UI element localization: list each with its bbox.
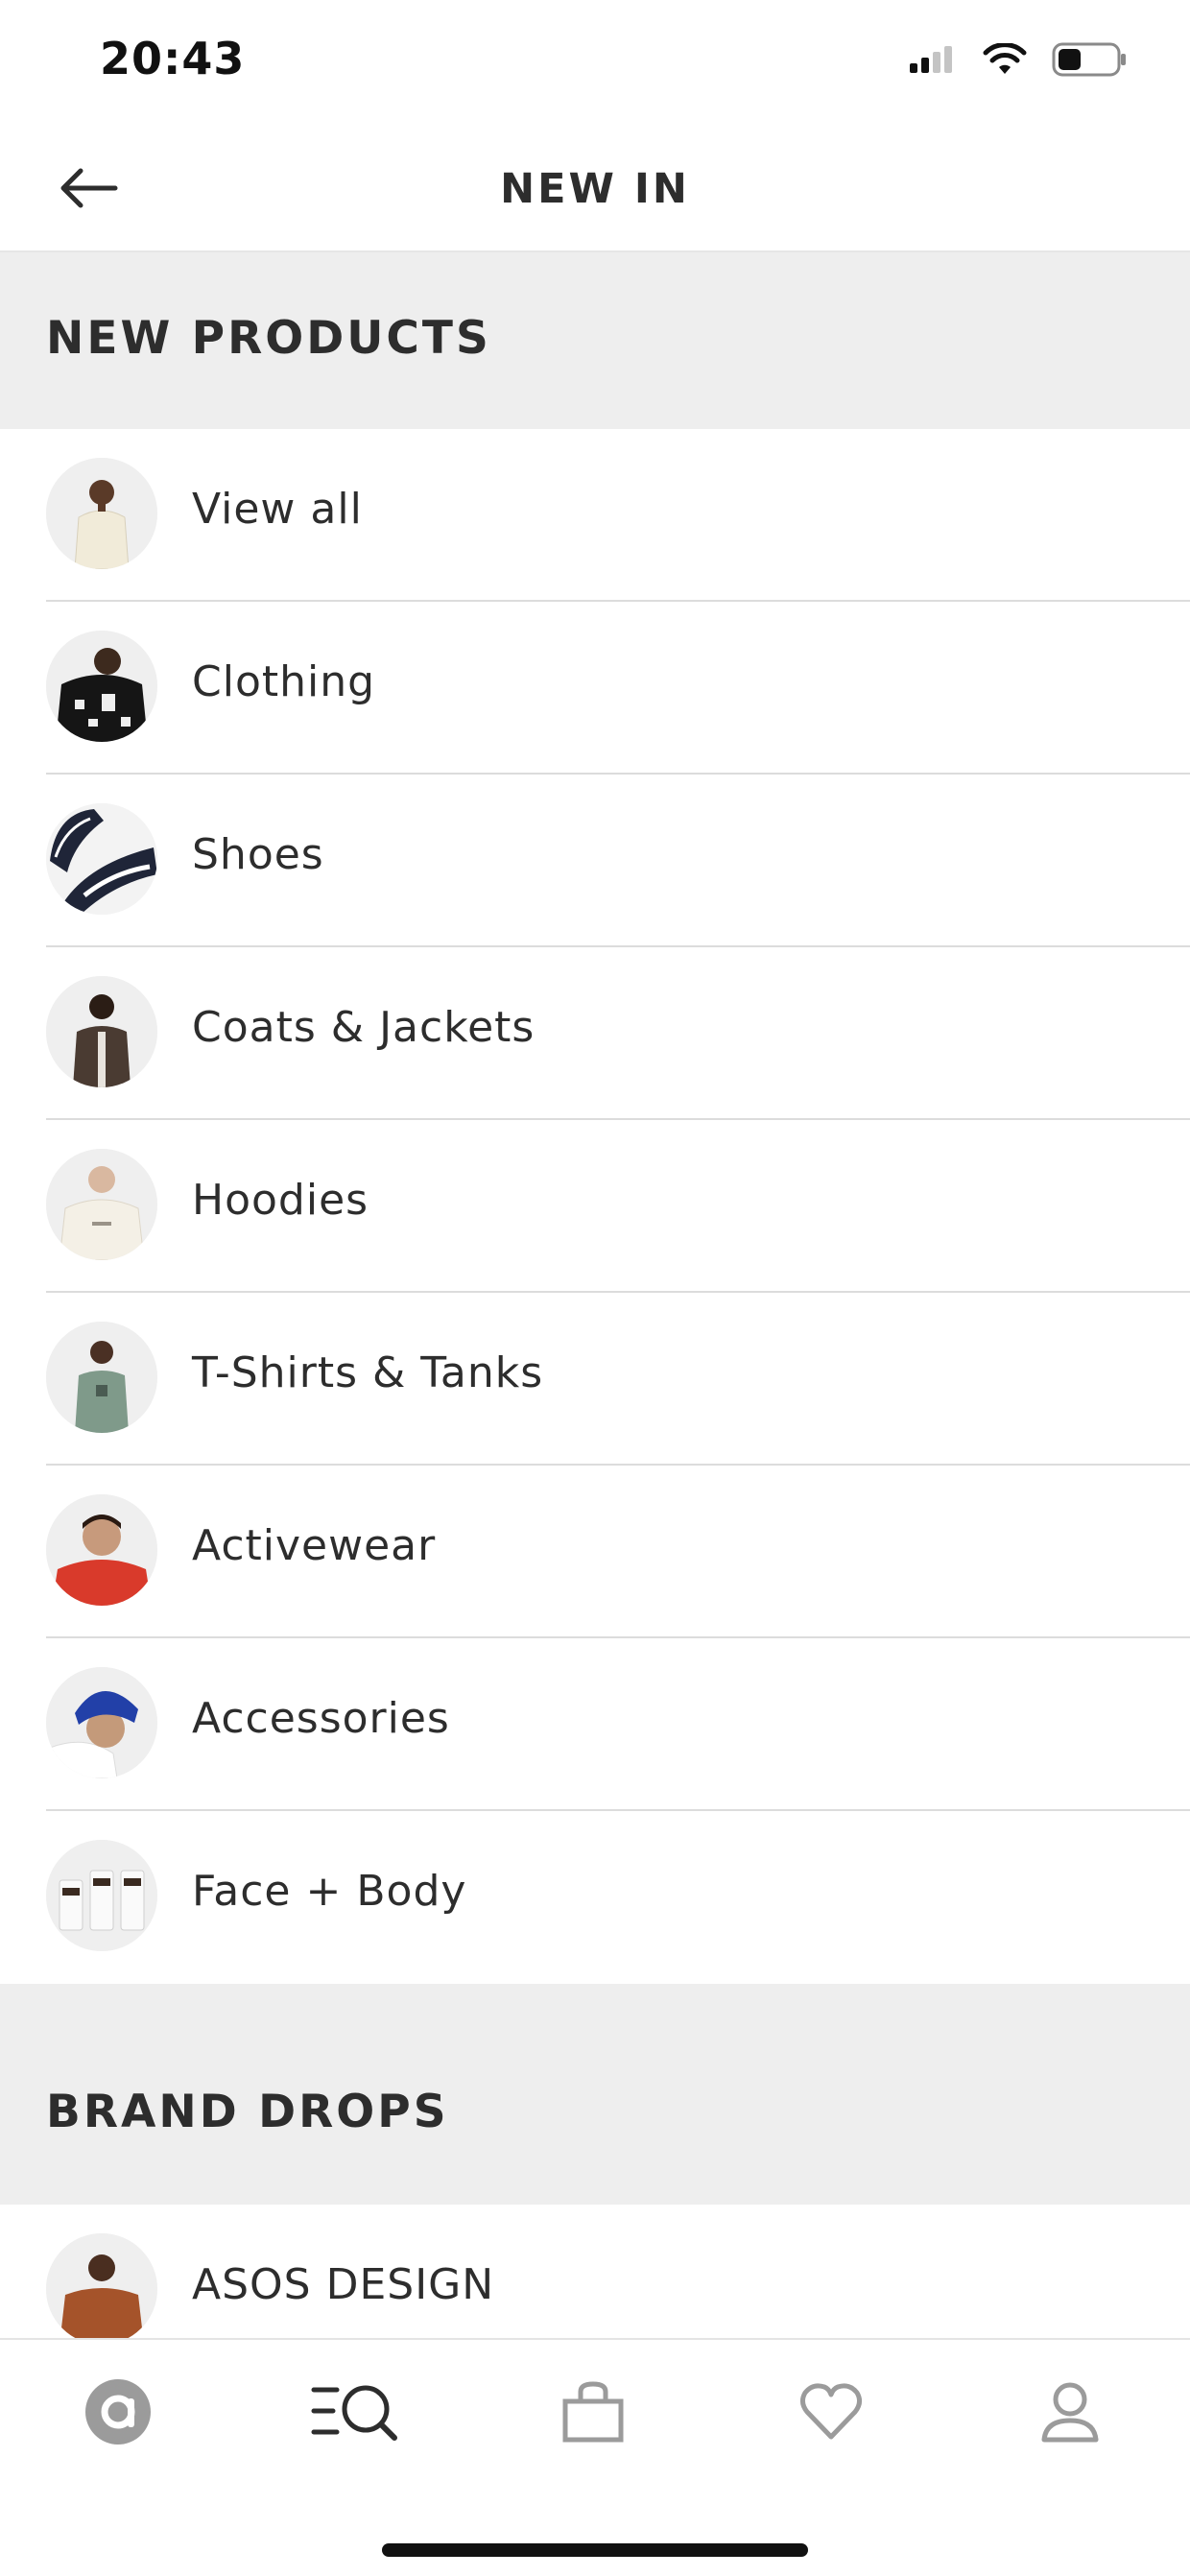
section-header-new-products: NEW PRODUCTS <box>0 252 1190 429</box>
list-item-label: Face + Body <box>192 1867 467 1916</box>
search-menu-icon <box>311 2385 397 2441</box>
tab-account[interactable] <box>1017 2369 1123 2455</box>
section-title: BRAND DROPS <box>46 2086 449 2138</box>
list-item-clothing[interactable]: Clothing <box>0 602 1190 775</box>
asos-design-thumbnail <box>46 2233 157 2345</box>
status-bar: 20:43 <box>0 0 1190 125</box>
tab-bar <box>0 2338 1190 2576</box>
face-body-thumbnail <box>46 1840 157 1951</box>
tab-bag[interactable] <box>540 2369 646 2455</box>
heart-icon <box>799 2383 863 2440</box>
shoes-thumbnail <box>46 803 157 915</box>
list-item-label: Accessories <box>192 1694 450 1743</box>
list-item-label: Shoes <box>192 830 324 879</box>
activewear-thumbnail <box>46 1494 157 1606</box>
new-products-list: View all Clothing Shoes Coats & Jackets … <box>0 429 1190 1984</box>
status-icons <box>908 42 1129 77</box>
cellular-signal-icon <box>910 46 952 73</box>
list-item-accessories[interactable]: Accessories <box>0 1638 1190 1811</box>
list-item-face-body[interactable]: Face + Body <box>0 1811 1190 1984</box>
view-all-thumbnail <box>46 458 157 569</box>
hoodies-thumbnail <box>46 1149 157 1260</box>
list-item-label: Clothing <box>192 657 376 706</box>
section-title: NEW PRODUCTS <box>46 312 491 365</box>
list-item-view-all[interactable]: View all <box>0 429 1190 602</box>
shopping-bag-icon <box>562 2381 624 2443</box>
list-item-label: View all <box>192 485 363 534</box>
list-item-label: ASOS DESIGN <box>192 2260 495 2309</box>
section-header-brand-drops: BRAND DROPS <box>0 1984 1190 2205</box>
nav-header: NEW IN <box>0 125 1190 252</box>
accessories-thumbnail <box>46 1667 157 1778</box>
list-item-activewear[interactable]: Activewear <box>0 1466 1190 1638</box>
list-item-label: T-Shirts & Tanks <box>192 1348 544 1397</box>
wifi-icon <box>983 43 1027 74</box>
asos-logo-icon <box>85 2379 151 2445</box>
home-indicator <box>382 2543 808 2557</box>
tshirts-tanks-thumbnail <box>46 1322 157 1433</box>
list-item-hoodies[interactable]: Hoodies <box>0 1120 1190 1293</box>
page-title: NEW IN <box>500 165 690 213</box>
tab-saved[interactable] <box>778 2369 884 2455</box>
list-item-label: Coats & Jackets <box>192 1003 536 1052</box>
status-time: 20:43 <box>100 33 246 84</box>
tab-search[interactable] <box>301 2369 407 2455</box>
tab-home[interactable] <box>65 2369 171 2455</box>
list-item-label: Hoodies <box>192 1176 369 1225</box>
list-item-shoes[interactable]: Shoes <box>0 775 1190 947</box>
clothing-thumbnail <box>46 631 157 742</box>
user-icon <box>1041 2382 1099 2443</box>
list-item-tshirts-tanks[interactable]: T-Shirts & Tanks <box>0 1293 1190 1466</box>
battery-icon <box>1052 42 1126 77</box>
coats-jackets-thumbnail <box>46 976 157 1087</box>
list-item-coats-jackets[interactable]: Coats & Jackets <box>0 947 1190 1120</box>
list-item-label: Activewear <box>192 1521 437 1570</box>
